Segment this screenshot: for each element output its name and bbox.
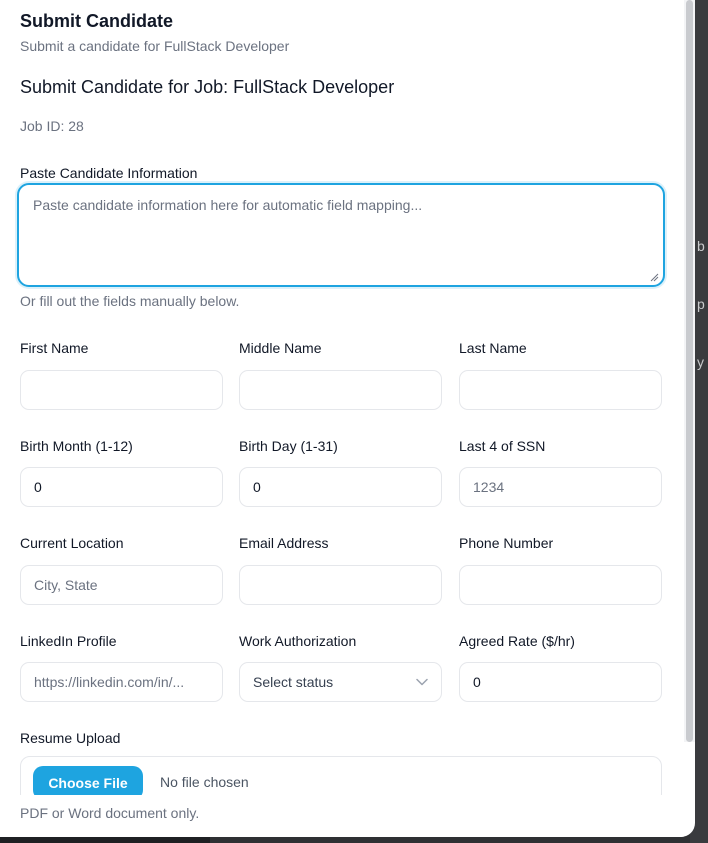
birth-day-input[interactable]: 0 (239, 467, 442, 507)
current-location-input[interactable]: City, State (20, 565, 223, 605)
birth-day-label: Birth Day (1-31) (239, 438, 338, 454)
email-label: Email Address (239, 535, 329, 551)
agreed-rate-input[interactable]: 0 (459, 662, 662, 702)
scrollbar-thumb[interactable] (686, 0, 693, 742)
background-text-fragment: b (697, 238, 705, 254)
middle-name-input[interactable] (239, 370, 442, 410)
form-title: Submit Candidate for Job: FullStack Deve… (20, 77, 395, 97)
paste-info-label: Paste Candidate Information (20, 165, 198, 181)
background-text-fragment: y (697, 354, 704, 370)
resize-handle-icon[interactable] (650, 273, 659, 282)
phone-input[interactable] (459, 565, 662, 605)
ssn-last4-label: Last 4 of SSN (459, 438, 546, 454)
linkedin-label: LinkedIn Profile (20, 633, 117, 649)
first-name-input[interactable] (20, 370, 223, 410)
first-name-label: First Name (20, 340, 89, 356)
current-location-label: Current Location (20, 535, 124, 551)
email-input[interactable] (239, 565, 442, 605)
phone-label: Phone Number (459, 535, 554, 551)
paste-info-textarea[interactable]: Paste candidate information here for aut… (17, 183, 665, 287)
modal-subtitle: Submit a candidate for FullStack Develop… (20, 38, 290, 54)
background-text-fragment: p (697, 296, 705, 312)
resume-upload-label: Resume Upload (20, 730, 121, 746)
paste-info-placeholder: Paste candidate information here for aut… (33, 197, 423, 213)
manual-entry-hint: Or fill out the fields manually below. (20, 293, 240, 309)
agreed-rate-label: Agreed Rate ($/hr) (459, 633, 575, 649)
chevron-down-icon (416, 678, 428, 686)
middle-name-label: Middle Name (239, 340, 322, 356)
work-authorization-select[interactable]: Select status (239, 662, 442, 702)
last-name-input[interactable] (459, 370, 662, 410)
work-authorization-selected: Select status (253, 674, 334, 690)
submit-candidate-modal: Submit Candidate Submit a candidate for … (0, 0, 695, 837)
ssn-last4-input[interactable]: 1234 (459, 467, 662, 507)
birth-month-label: Birth Month (1-12) (20, 438, 133, 454)
resume-hint: PDF or Word document only. (20, 805, 200, 821)
modal-title: Submit Candidate (20, 11, 174, 31)
last-name-label: Last Name (459, 340, 527, 356)
work-authorization-label: Work Authorization (239, 633, 357, 649)
birth-month-input[interactable]: 0 (20, 467, 223, 507)
linkedin-input[interactable]: https://linkedin.com/in/... (20, 662, 223, 702)
job-id: Job ID: 28 (20, 118, 84, 134)
file-status: No file chosen (160, 774, 249, 790)
